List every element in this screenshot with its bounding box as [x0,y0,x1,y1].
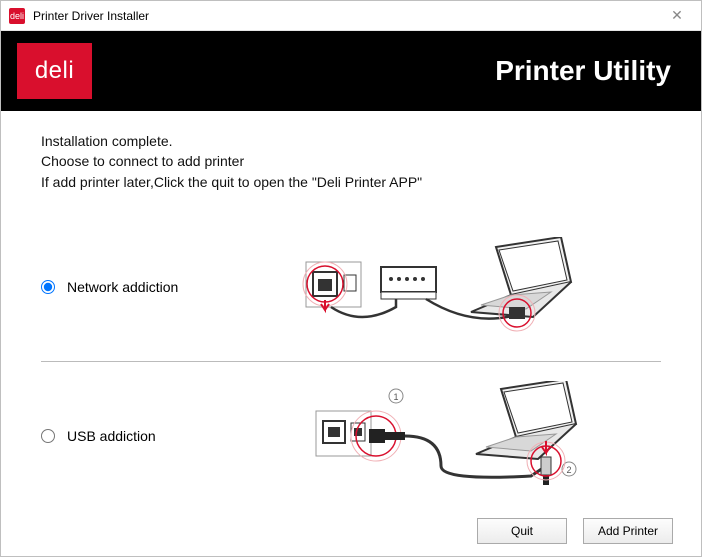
option-network: Network addiction [41,227,661,347]
network-illustration [241,237,661,337]
status-text: Installation complete. Choose to connect… [41,131,661,192]
radio-usb-input[interactable] [41,429,55,443]
radio-usb-label: USB addiction [67,428,156,444]
banner: deli Printer Utility [1,31,701,111]
status-line-3: If add printer later,Click the quit to o… [41,172,661,192]
usb-illustration: 1 2 [241,386,661,486]
option-usb: USB addiction 1 2 [41,376,661,496]
add-printer-button[interactable]: Add Printer [583,518,673,544]
svg-text:1: 1 [393,392,398,402]
options-divider [41,361,661,362]
logo-deli: deli [17,43,92,99]
banner-title: Printer Utility [495,55,671,87]
window-title: Printer Driver Installer [33,9,661,23]
radio-network[interactable]: Network addiction [41,279,241,295]
radio-network-label: Network addiction [67,279,178,295]
installer-window: deli Printer Driver Installer ✕ deli Pri… [0,0,702,557]
laptop-icon [471,237,571,317]
svg-text:2: 2 [566,465,571,475]
laptop-icon [476,381,576,459]
radio-usb[interactable]: USB addiction [41,428,241,444]
app-icon: deli [9,8,25,24]
connection-options: Network addiction [41,227,661,496]
close-icon[interactable]: ✕ [661,7,693,24]
titlebar: deli Printer Driver Installer ✕ [1,1,701,31]
quit-button[interactable]: Quit [477,518,567,544]
footer: Quit Add Printer [1,506,701,556]
radio-network-input[interactable] [41,280,55,294]
status-line-1: Installation complete. [41,131,661,151]
status-line-2: Choose to connect to add printer [41,151,661,171]
content-area: Installation complete. Choose to connect… [1,111,701,506]
